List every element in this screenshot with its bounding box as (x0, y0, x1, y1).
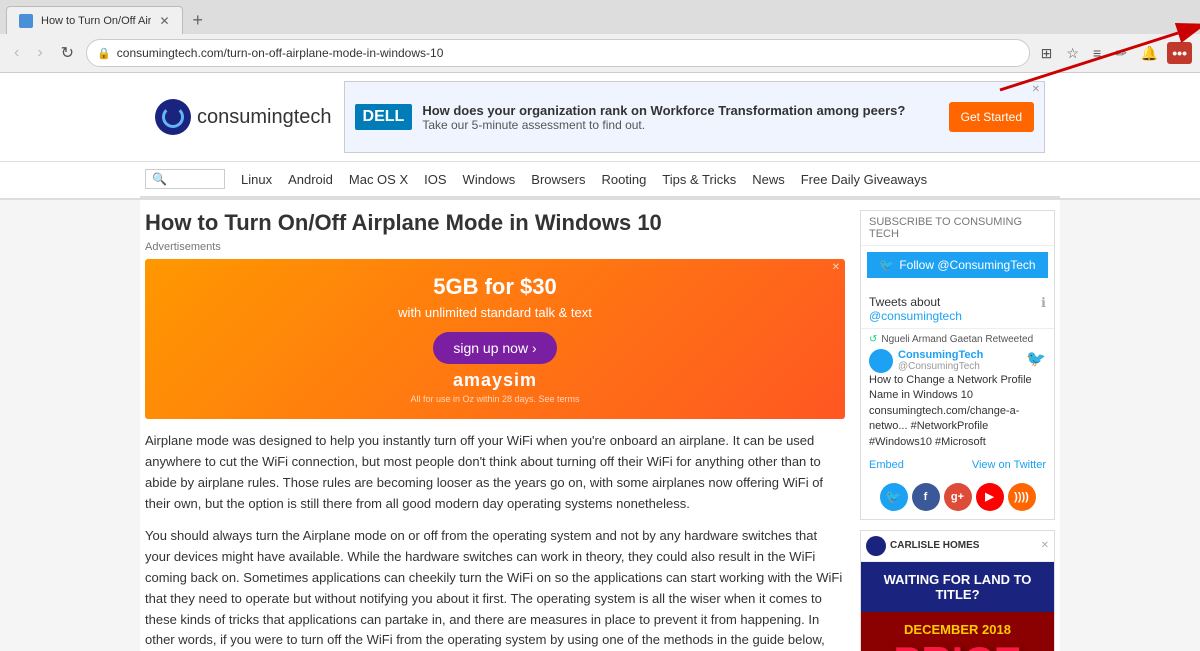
nav-rooting[interactable]: Rooting (593, 164, 654, 195)
social-icons-row: 🐦 f g+ ▶ )))) (861, 475, 1054, 519)
twitter-bird-icon: 🐦 (879, 258, 894, 272)
tweet-handle: @ConsumingTech (898, 361, 983, 372)
ad-close-button[interactable]: ✕ (832, 262, 840, 273)
carlisle-logo-icon (866, 536, 886, 556)
address-bar[interactable]: 🔒 consumingtech.com/turn-on-off-airplane… (86, 39, 1030, 67)
search-input[interactable] (145, 169, 225, 189)
tweets-label: Tweets about @consumingtech (869, 295, 962, 323)
nav-android[interactable]: Android (280, 164, 341, 195)
nav-browsers[interactable]: Browsers (523, 164, 593, 195)
notifications-button[interactable]: 🔔 (1136, 42, 1163, 65)
tweet-username: ConsumingTech (898, 349, 983, 361)
twitter-bird-small: 🐦 (1026, 349, 1046, 373)
tab-bar: How to Turn On/Off Air ✕ + (0, 0, 1200, 34)
retweeted-label: ↺ Ngueli Armand Gaetan Retweeted (869, 334, 1046, 345)
ad-headline: 5GB for $30 (160, 274, 830, 300)
dell-logo-area: DELL (355, 104, 413, 130)
nav-news[interactable]: News (744, 164, 793, 195)
refresh-button[interactable]: ↻ (55, 40, 80, 66)
tweets-header: Tweets about @consumingtech ℹ (861, 290, 1054, 328)
rss-social-icon[interactable]: )))) (1008, 483, 1036, 511)
content-area: How to Turn On/Off Airplane Mode in Wind… (145, 210, 845, 651)
tweet-avatar (869, 349, 893, 373)
banner-ad-close[interactable]: ✕ (1032, 84, 1040, 95)
nav-windows[interactable]: Windows (455, 164, 524, 195)
banner-ad: ✕ DELL How does your organization rank o… (344, 81, 1045, 153)
facebook-social-icon[interactable]: f (912, 483, 940, 511)
carlisle-logo-row: CARLISLE HOMES (866, 536, 979, 556)
active-tab[interactable]: How to Turn On/Off Air ✕ (6, 6, 183, 34)
ad-brand: amaysim (160, 370, 830, 391)
banner-ad-headline: How does your organization rank on Workf… (422, 103, 938, 118)
tweets-user-link[interactable]: @consumingtech (869, 309, 962, 323)
twitter-social-icon[interactable]: 🐦 (880, 483, 908, 511)
sidebar-ad-top: WAITING FOR LAND TO TITLE? (861, 562, 1054, 612)
banner-ad-cta-button[interactable]: Get Started (949, 102, 1034, 132)
logo-icon (155, 99, 191, 135)
tweet-actions: Embed View on Twitter (861, 455, 1054, 475)
banner-ad-subtext: Take our 5-minute assessment to find out… (422, 118, 938, 132)
nav-tips[interactable]: Tips & Tricks (654, 164, 744, 195)
nav-giveaways[interactable]: Free Daily Giveaways (793, 164, 935, 195)
forward-button[interactable]: › (31, 41, 48, 65)
tab-favicon (19, 14, 33, 28)
subscribe-title: SUBSCRIBE TO CONSUMING TECH (861, 211, 1054, 246)
sidebar-ad-close[interactable]: ✕ (1041, 540, 1049, 551)
carlisle-price: PRICE (869, 641, 1046, 651)
sidebar-ad-bottom: DECEMBER 2018 PRICE LOCK (861, 612, 1054, 651)
google-plus-social-icon[interactable]: g+ (944, 483, 972, 511)
main-container: How to Turn On/Off Airplane Mode in Wind… (140, 200, 1060, 651)
carlisle-date: DECEMBER 2018 (869, 622, 1046, 637)
nav-bar: ‹ › ↻ 🔒 consumingtech.com/turn-on-off-ai… (0, 34, 1200, 72)
tweet-content: How to Change a Network Profile Name in … (869, 373, 1046, 450)
ad-sub: with unlimited standard talk & text (160, 304, 830, 322)
article-body: Airplane mode was designed to help you i… (145, 431, 845, 651)
view-on-twitter-link[interactable]: View on Twitter (972, 459, 1046, 471)
banner-ad-content: How does your organization rank on Workf… (422, 103, 938, 132)
nav-linux[interactable]: Linux (233, 164, 280, 195)
nav-actions: ⊞ ☆ ≡ ✏ 🔔 ••• (1036, 42, 1192, 65)
sidebar-ad: CARLISLE HOMES ✕ WAITING FOR LAND TO TIT… (860, 530, 1055, 651)
tab-close-button[interactable]: ✕ (159, 14, 169, 28)
ad-fine: All for use in Oz within 28 days. See te… (160, 394, 830, 404)
menu-button[interactable]: ≡ (1088, 42, 1106, 64)
article-title: How to Turn On/Off Airplane Mode in Wind… (145, 210, 845, 236)
follow-twitter-button[interactable]: 🐦 Follow @ConsumingTech (867, 252, 1048, 278)
lock-icon: 🔒 (97, 47, 111, 60)
logo-spiral (162, 106, 184, 128)
sidebar: SUBSCRIBE TO CONSUMING TECH 🐦 Follow @Co… (860, 210, 1055, 651)
nav-ios[interactable]: IOS (416, 164, 454, 195)
more-options-button[interactable]: ••• (1167, 42, 1192, 64)
ad-signup-button[interactable]: sign up now › (433, 332, 556, 364)
article-paragraph-1: Airplane mode was designed to help you i… (145, 431, 845, 514)
reader-mode-button[interactable]: ⊞ (1036, 42, 1058, 65)
ads-label: Advertisements (145, 241, 845, 253)
dell-logo: DELL (355, 104, 413, 130)
page-wrapper: consumingtech ✕ DELL How does your organ… (0, 73, 1200, 651)
edit-button[interactable]: ✏ (1110, 42, 1132, 65)
site-logo[interactable]: consumingtech (155, 99, 332, 135)
page-content: consumingtech ✕ DELL How does your organ… (0, 73, 1200, 651)
site-nav: Linux Android Mac OS X IOS Windows Brows… (140, 162, 1060, 198)
carlisle-brand: CARLISLE HOMES (890, 540, 979, 551)
article-paragraph-2: You should always turn the Airplane mode… (145, 526, 845, 651)
article-ad-box: ✕ 5GB for $30 with unlimited standard ta… (145, 259, 845, 419)
address-text: consumingtech.com/turn-on-off-airplane-m… (117, 46, 1019, 60)
logo-text: consumingtech (197, 106, 332, 129)
retweet-icon: ↺ (869, 334, 877, 345)
tweets-info-icon: ℹ (1041, 295, 1046, 323)
tab-title: How to Turn On/Off Air (41, 15, 151, 27)
carlisle-headline: WAITING FOR LAND TO TITLE? (869, 572, 1046, 602)
nav-macosx[interactable]: Mac OS X (341, 164, 416, 195)
tweet-item: ↺ Ngueli Armand Gaetan Retweeted Consumi… (861, 328, 1054, 455)
new-tab-button[interactable]: + (187, 10, 210, 31)
back-button[interactable]: ‹ (8, 41, 25, 65)
bookmark-button[interactable]: ☆ (1061, 42, 1084, 65)
embed-link[interactable]: Embed (869, 459, 904, 471)
youtube-social-icon[interactable]: ▶ (976, 483, 1004, 511)
subscribe-box: SUBSCRIBE TO CONSUMING TECH 🐦 Follow @Co… (860, 210, 1055, 520)
